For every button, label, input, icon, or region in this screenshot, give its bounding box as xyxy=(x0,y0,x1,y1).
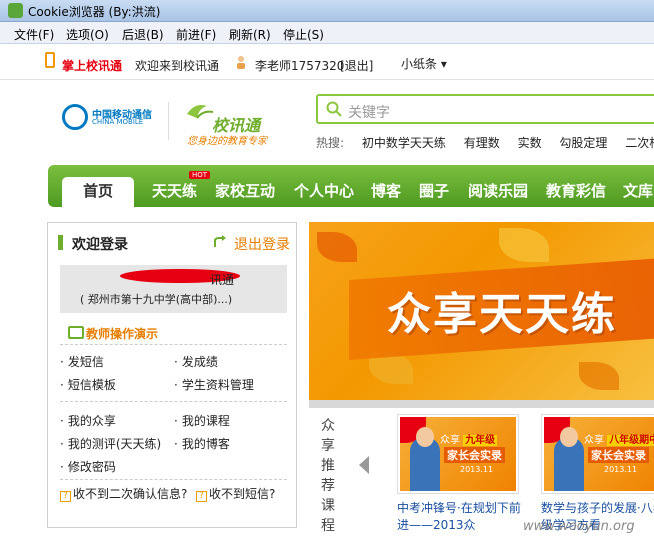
hot-search: 热搜: 初中数学天天练 有理数 实数 勾股定理 二次根 xyxy=(316,134,654,151)
nav-item-personal[interactable]: 个人中心 xyxy=(294,180,354,201)
hot-term[interactable]: 二次根 xyxy=(625,136,654,150)
note-dropdown[interactable]: 小纸条 ▾ xyxy=(401,55,447,72)
presenter-face xyxy=(560,427,578,447)
welcome-text: 欢迎来到校讯通 xyxy=(135,59,220,73)
thumb-label: 众享 九年级 xyxy=(440,431,498,446)
menu-forward[interactable]: 前进(F) xyxy=(176,26,216,43)
prev-arrow-icon[interactable] xyxy=(359,456,369,474)
presenter-face xyxy=(416,427,434,447)
user-name: 李老师1757320 xyxy=(255,59,345,73)
banner-headline: 众享天天练 xyxy=(387,289,617,340)
thumb-subtitle: 家长会实录 xyxy=(444,447,505,463)
app-icon xyxy=(8,3,23,18)
hot-search-label: 热搜: xyxy=(316,136,345,150)
user-bar: 掌上校讯通 欢迎来到校讯通 李老师1757320 [退出] 小纸条 ▾ xyxy=(0,44,654,80)
nav-item-jiaoxiao[interactable]: 家校互动 xyxy=(215,180,275,201)
menu-back[interactable]: 后退(B) xyxy=(122,26,164,43)
help-confirm-text: 收不到二次确认信息? xyxy=(73,487,188,501)
menu-options[interactable]: 选项(O) xyxy=(66,26,109,43)
divider xyxy=(60,344,287,345)
course-thumbnail: 众享 八年级期中 家长会实录 2013.11 xyxy=(544,417,654,491)
search-box[interactable]: 关键字 xyxy=(316,94,654,124)
main-nav: 首页 HOT 天天练 家校互动 个人中心 博客 圈子 阅读乐园 教育彩信 文库 xyxy=(48,165,654,207)
exit-arrow-icon xyxy=(214,235,226,247)
nav-item-tiantianlian[interactable]: 天天练 xyxy=(152,180,197,201)
help-confirm-link[interactable]: ? 收不到二次确认信息? xyxy=(60,485,187,502)
course-caption[interactable]: 中考冲锋号·在规划下前进——2013众 xyxy=(397,500,527,534)
user-info-box: 讯通 ( 郑州市第十九中学(高中部)...) xyxy=(60,265,287,313)
school-name: ( 郑州市第十九中学(高中部)...) xyxy=(80,293,233,306)
nav-item-mms[interactable]: 教育彩信 xyxy=(546,180,606,201)
china-mobile-en: CHINA MOBILE xyxy=(92,118,144,126)
thumb-grade: 九年级 xyxy=(463,435,498,446)
divider xyxy=(60,401,287,402)
tv-icon xyxy=(68,326,84,339)
china-mobile-icon xyxy=(62,104,88,130)
leaf-decoration xyxy=(579,362,619,390)
hot-term[interactable]: 实数 xyxy=(518,136,542,150)
mobile-icon xyxy=(45,52,55,68)
link-student-data[interactable]: 学生资料管理 xyxy=(174,376,254,393)
xiaoxuntong-slogan: 您身边的教育专家 xyxy=(187,136,267,147)
nav-item-circle[interactable]: 圈子 xyxy=(419,180,449,201)
menu-file[interactable]: 文件(F) xyxy=(14,26,54,43)
window-titlebar: Cookie浏览器 (By:洪流) xyxy=(0,0,654,22)
thumb-date: 2013.11 xyxy=(460,465,494,474)
login-panel: 欢迎登录 退出登录 讯通 ( 郑州市第十九中学(高中部)...) 教师操作演示 … xyxy=(47,222,297,528)
thumb-brand: 众享 xyxy=(440,435,460,446)
leaf-decoration xyxy=(499,228,549,262)
link-my-courses[interactable]: 我的课程 xyxy=(174,412,230,429)
hot-badge: HOT xyxy=(189,171,211,179)
question-icon: ? xyxy=(196,491,207,502)
user-icon xyxy=(237,56,245,69)
link-sms-templates[interactable]: 短信模板 xyxy=(60,376,116,393)
teacher-demo-link[interactable]: 教师操作演示 xyxy=(86,325,158,342)
window-title: Cookie浏览器 (By:洪流) xyxy=(28,5,161,19)
hot-term[interactable]: 勾股定理 xyxy=(559,136,607,150)
link-change-password[interactable]: 修改密码 xyxy=(60,458,116,475)
leaf-decoration xyxy=(317,232,357,262)
mobile-brand-link[interactable]: 掌上校讯通 xyxy=(62,57,122,74)
nav-item-blog[interactable]: 博客 xyxy=(371,180,401,201)
promo-banner[interactable]: 众享天天练 xyxy=(309,222,654,400)
watermark: www.wooyun.org xyxy=(523,519,635,534)
course-card[interactable]: 众享 九年级 家长会实录 2013.11 xyxy=(397,414,519,494)
thumb-subtitle: 家长会实录 xyxy=(588,447,649,463)
hot-term[interactable]: 有理数 xyxy=(464,136,500,150)
logo-divider xyxy=(168,102,169,140)
menu-stop[interactable]: 停止(S) xyxy=(283,26,324,43)
hot-term[interactable]: 初中数学天天练 xyxy=(362,136,446,150)
link-send-sms[interactable]: 发短信 xyxy=(60,353,104,370)
search-input[interactable]: 关键字 xyxy=(348,102,390,122)
link-my-blog[interactable]: 我的博客 xyxy=(174,435,230,452)
nav-item-library[interactable]: 文库 xyxy=(623,180,653,201)
exit-login-link[interactable]: 退出登录 xyxy=(234,234,290,254)
panel-title: 欢迎登录 xyxy=(72,237,128,253)
user-display-name: 讯通 xyxy=(210,273,235,287)
course-card[interactable]: 众享 八年级期中 家长会实录 2013.11 xyxy=(541,414,654,494)
link-my-zhongxiang[interactable]: 我的众享 xyxy=(60,412,116,429)
recommend-title: 众享推荐课程 xyxy=(321,418,335,534)
menu-refresh[interactable]: 刷新(R) xyxy=(229,26,271,43)
logout-link[interactable]: [退出] xyxy=(340,57,373,74)
nav-home[interactable]: 首页 xyxy=(62,177,134,207)
thumb-grade: 八年级期中 xyxy=(607,435,654,446)
help-sms-link[interactable]: ? 收不到短信? xyxy=(196,485,275,502)
course-thumbnail: 众享 九年级 家长会实录 2013.11 xyxy=(400,417,516,491)
search-icon xyxy=(326,101,342,117)
recommend-section: 众享推荐课程 众享 九年级 家长会实录 2013.11 中考冲锋号·在规划下前进… xyxy=(309,408,654,537)
help-sms-text: 收不到短信? xyxy=(209,487,276,501)
xiaoxuntong-logo-icon xyxy=(187,105,214,119)
thumb-brand: 众享 xyxy=(584,435,604,446)
thumb-date: 2013.11 xyxy=(604,465,638,474)
link-send-scores[interactable]: 发成绩 xyxy=(174,353,218,370)
menu-bar: 文件(F) 选项(O) 后退(B) 前进(F) 刷新(R) 停止(S) xyxy=(0,22,654,44)
link-my-tests[interactable]: 我的测评(天天练) xyxy=(60,435,161,452)
nav-item-reading[interactable]: 阅读乐园 xyxy=(468,180,528,201)
thumb-label: 众享 八年级期中 xyxy=(584,431,654,446)
divider xyxy=(60,479,287,480)
question-icon: ? xyxy=(60,491,71,502)
banner-bottom-band xyxy=(309,400,654,408)
panel-accent xyxy=(58,235,63,250)
